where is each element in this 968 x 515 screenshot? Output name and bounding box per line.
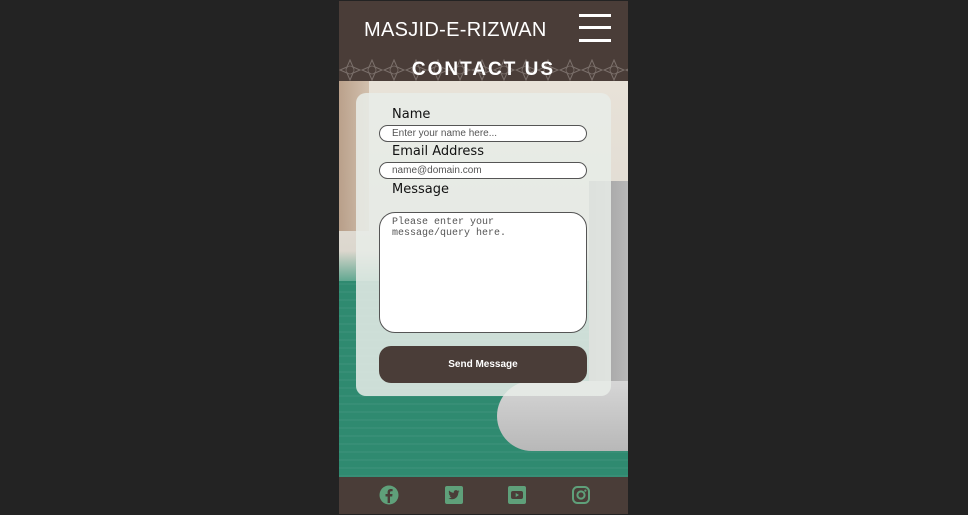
message-label: Message — [392, 182, 449, 197]
send-message-button[interactable]: Send Message — [379, 346, 587, 383]
facebook-icon[interactable] — [379, 485, 399, 505]
twitter-icon[interactable] — [444, 485, 464, 505]
site-header: MASJID-E-RIZWAN — [339, 1, 628, 59]
instagram-icon[interactable] — [571, 485, 591, 505]
contact-form: Name Email Address Message Send Message — [356, 93, 611, 396]
message-textarea[interactable] — [379, 212, 587, 333]
hamburger-menu-icon[interactable] — [579, 14, 611, 42]
site-footer — [339, 477, 628, 514]
mobile-viewport: MASJID-E-RIZWAN CONTACT US Name Enter yo… — [339, 1, 628, 514]
youtube-icon[interactable] — [507, 485, 527, 505]
site-title[interactable]: MASJID-E-RIZWAN — [364, 19, 547, 42]
contact-banner: CONTACT US — [339, 59, 628, 81]
name-label: Name — [392, 107, 431, 122]
email-input[interactable] — [379, 162, 587, 179]
hero-background-image: Name Email Address Message Send Message — [339, 81, 628, 477]
email-label: Email Address — [392, 144, 484, 159]
page-heading: CONTACT US — [411, 59, 556, 80]
name-input[interactable] — [379, 125, 587, 142]
